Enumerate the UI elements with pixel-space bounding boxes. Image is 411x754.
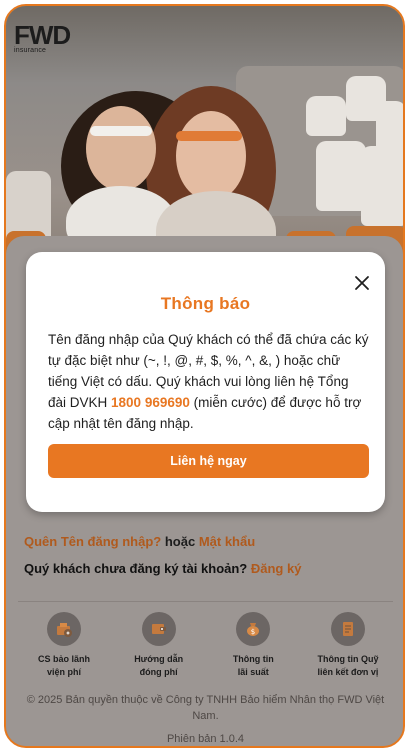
svg-text:$: $ — [251, 628, 255, 636]
hotline-number[interactable]: 1800 969690 — [111, 395, 190, 410]
fwd-logo: FWD insurance — [14, 20, 71, 54]
quick-link-hospital[interactable]: CS bảo lãnh viện phí — [20, 612, 108, 679]
quick-links: CS bảo lãnh viện phí Hướng dẫn đóng phí $ … — [20, 612, 392, 679]
quick-link-payment[interactable]: Hướng dẫn đóng phí — [115, 612, 203, 679]
dialog-title: Thông báo — [160, 294, 251, 313]
quick-link-label: Hướng dẫn đóng phí — [134, 654, 184, 677]
payment-guide-icon — [141, 612, 176, 646]
notice-dialog: Thông báo Tên đăng nhập của Quý khách có… — [26, 252, 385, 512]
close-icon[interactable] — [351, 272, 373, 294]
unit-linked-fund-icon — [330, 612, 365, 646]
contact-now-button[interactable]: Liên hệ ngay — [48, 444, 369, 478]
quick-link-label: Thông tin Quỹ liên kết đơn vị — [317, 654, 379, 677]
quick-link-label: CS bảo lãnh viện phí — [37, 654, 90, 677]
or-text: hoặc — [164, 534, 196, 549]
interest-rate-icon: $ — [236, 612, 271, 646]
logo-text: FWD — [14, 20, 71, 50]
no-account-text: Quý khách chưa đăng ký tài khoản? — [24, 561, 248, 576]
quick-link-interest[interactable]: $ Thông tin lãi suất — [209, 612, 297, 679]
quick-link-fund[interactable]: Thông tin Quỹ liên kết đơn vị — [304, 612, 392, 679]
divider — [18, 601, 393, 602]
quick-link-label: Thông tin lãi suất — [232, 654, 274, 677]
version-text: Phiên bản 1.0.4 — [166, 733, 245, 745]
dialog-message: Tên đăng nhập của Quý khách có thể đã ch… — [48, 332, 369, 431]
forgot-username-link[interactable]: Quên Tên đăng nhập? — [24, 534, 161, 549]
hospital-guarantee-icon — [47, 612, 81, 646]
register-link[interactable]: Đăng ký — [251, 561, 302, 576]
account-links: Quên Tên đăng nhập? hoặc Mật khẩu Quý kh… — [24, 534, 301, 576]
copyright-text: © 2025 Bản quyền thuộc về Công ty TNHH B… — [26, 694, 385, 722]
forgot-password-link[interactable]: Mật khẩu — [199, 534, 255, 549]
